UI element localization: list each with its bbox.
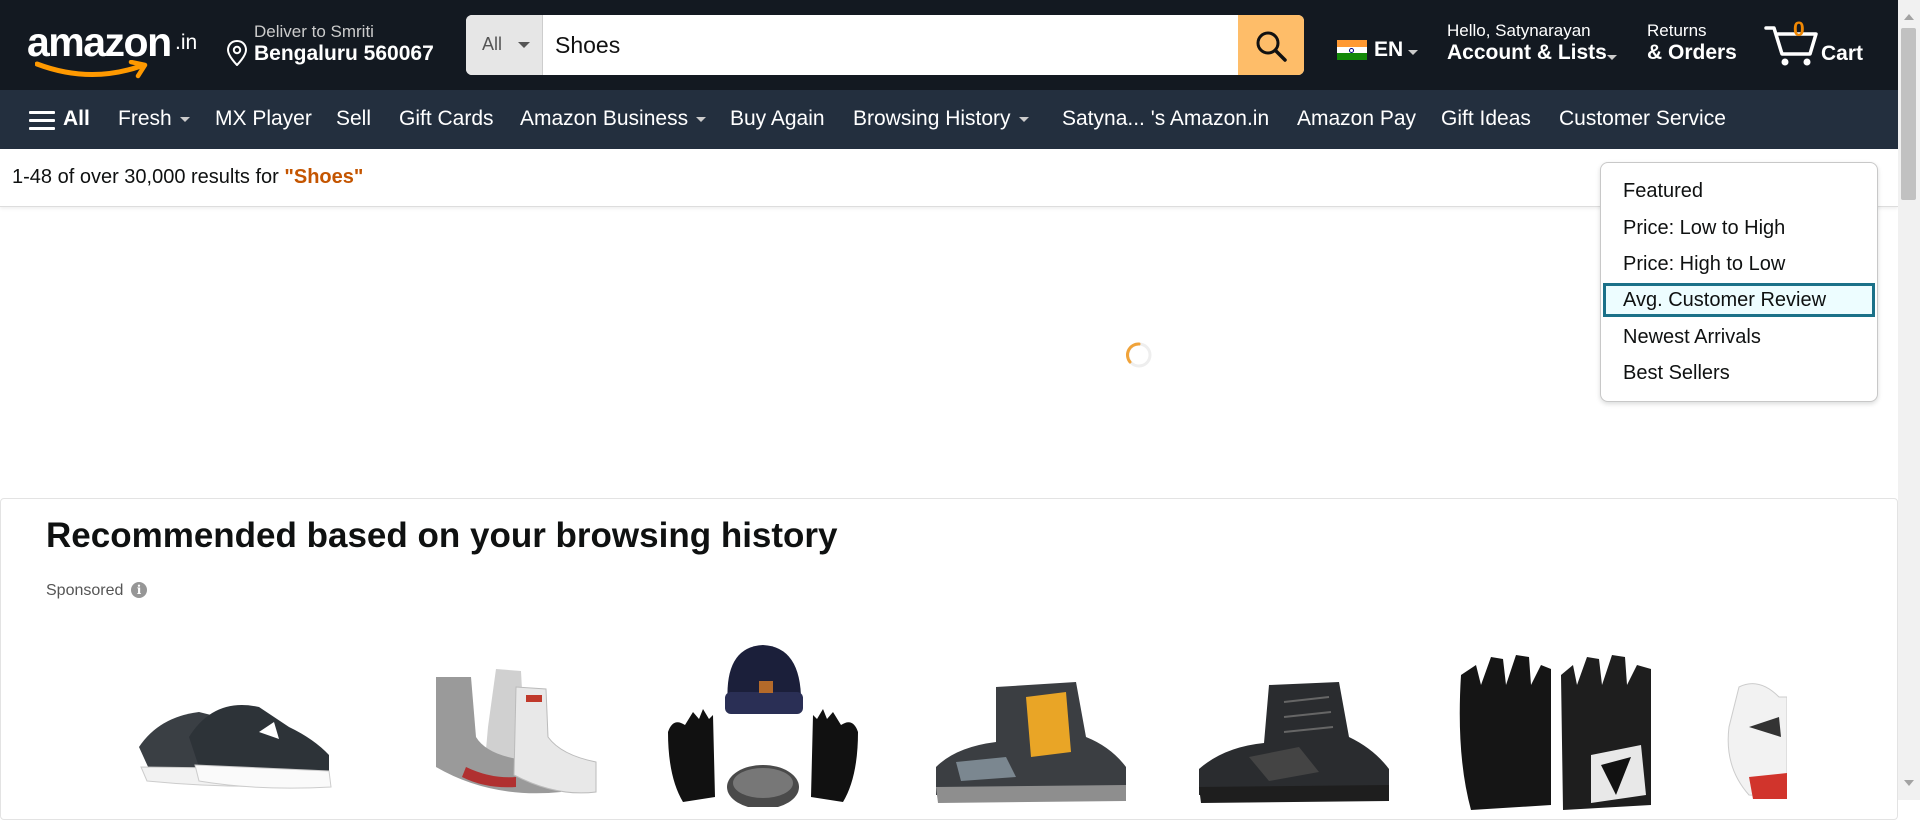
nav-item-customer-service[interactable]: Customer Service bbox=[1559, 107, 1726, 131]
search-input[interactable] bbox=[555, 15, 1195, 75]
nav-item-mx-player[interactable]: MX Player bbox=[215, 107, 312, 131]
search-category-dropdown[interactable]: All bbox=[466, 15, 543, 75]
account-greeting: Hello, Satynarayan bbox=[1447, 21, 1591, 40]
search-icon bbox=[1256, 31, 1287, 62]
nav-item-label: Customer Service bbox=[1559, 107, 1726, 130]
top-header: amazon .in Deliver to Smriti Bengaluru 5… bbox=[0, 0, 1898, 90]
location-pin-icon bbox=[226, 40, 248, 66]
returns-and-orders[interactable]: Returns & Orders bbox=[1647, 21, 1737, 65]
recommendations-section: Recommended based on your browsing histo… bbox=[0, 498, 1898, 820]
info-icon[interactable]: i bbox=[131, 582, 147, 598]
nav-item-label: Fresh bbox=[118, 107, 172, 130]
all-menu-label: All bbox=[63, 107, 90, 130]
results-prefix: 1-48 of over 30,000 results for bbox=[12, 166, 285, 188]
search-button[interactable] bbox=[1238, 15, 1304, 75]
nav-item-label: Browsing History bbox=[853, 107, 1011, 130]
product-image-gym-gloves[interactable] bbox=[1451, 645, 1661, 815]
sponsored-label: Sponsored bbox=[46, 582, 124, 599]
product-image-sports-shoe-partial[interactable] bbox=[1719, 677, 1787, 807]
nav-item-label: Gift Cards bbox=[399, 107, 494, 130]
smile-arrow-icon bbox=[35, 60, 148, 79]
india-flag-icon bbox=[1337, 40, 1367, 60]
scrollbar-thumb[interactable] bbox=[1901, 28, 1916, 200]
amazon-logo[interactable]: amazon .in bbox=[27, 20, 199, 80]
nav-item-browsing-history[interactable]: Browsing History bbox=[853, 107, 1029, 131]
nav-item-gift-ideas[interactable]: Gift Ideas bbox=[1441, 107, 1531, 131]
sort-option-avg-customer-review[interactable]: Avg. Customer Review bbox=[1603, 283, 1875, 317]
results-count: 1-48 of over 30,000 results for "Shoes" bbox=[12, 166, 363, 189]
search-bar: All bbox=[466, 15, 1304, 75]
logo-tld: .in bbox=[175, 31, 198, 54]
language-code: EN bbox=[1374, 38, 1404, 61]
returns-label: Returns bbox=[1647, 21, 1707, 40]
recommendations-title: Recommended based on your browsing histo… bbox=[46, 516, 838, 555]
account-label: Account & Lists bbox=[1447, 41, 1607, 64]
main-nav: All Fresh MX Player Sell Gift Cards Amaz… bbox=[0, 90, 1898, 149]
scroll-down-icon[interactable] bbox=[1904, 780, 1914, 786]
nav-item-sell[interactable]: Sell bbox=[336, 107, 371, 131]
cart-label: Cart bbox=[1821, 42, 1864, 65]
nav-item-label: Sell bbox=[336, 107, 372, 130]
chevron-down-icon bbox=[179, 116, 190, 122]
cart-icon bbox=[1764, 26, 1818, 66]
nav-item-label: Amazon Business bbox=[520, 107, 689, 130]
account-and-lists[interactable]: Hello, Satynarayan Account & Lists bbox=[1447, 21, 1617, 71]
sort-option-newest-arrivals[interactable]: Newest Arrivals bbox=[1603, 320, 1875, 354]
nav-item-label: Gift Ideas bbox=[1441, 107, 1531, 130]
page-scrollbar[interactable] bbox=[1898, 0, 1920, 800]
sort-option-featured[interactable]: Featured bbox=[1603, 174, 1875, 208]
nav-item-label: Amazon Pay bbox=[1297, 107, 1417, 130]
cart-button[interactable]: 0 Cart bbox=[1764, 18, 1874, 72]
product-image-hiking-boot-yellow[interactable] bbox=[926, 677, 1136, 807]
chevron-down-icon bbox=[696, 116, 707, 122]
sort-option-price-high-low[interactable]: Price: High to Low bbox=[1603, 247, 1875, 281]
chevron-down-icon bbox=[1607, 55, 1617, 60]
chevron-down-icon bbox=[518, 42, 530, 48]
deliver-location[interactable]: Deliver to Smriti Bengaluru 560067 bbox=[226, 18, 446, 72]
nav-item-label: Satyna... 's Amazon.in bbox=[1062, 107, 1270, 130]
deliver-address: Bengaluru 560067 bbox=[254, 42, 434, 65]
nav-item-amazon-pay[interactable]: Amazon Pay bbox=[1297, 107, 1416, 131]
nav-item-fresh[interactable]: Fresh bbox=[118, 107, 190, 131]
sort-option-price-low-high[interactable]: Price: Low to High bbox=[1603, 211, 1875, 245]
nav-item-buy-again[interactable]: Buy Again bbox=[730, 107, 825, 131]
chevron-down-icon bbox=[1408, 50, 1418, 55]
deliver-to-label: Deliver to Smriti bbox=[254, 22, 374, 41]
nav-item-label: Buy Again bbox=[730, 107, 825, 130]
hamburger-icon bbox=[29, 111, 55, 131]
scroll-up-icon[interactable] bbox=[1904, 14, 1914, 20]
search-category-label: All bbox=[482, 34, 503, 54]
nav-item-gift-cards[interactable]: Gift Cards bbox=[399, 107, 494, 131]
product-image-ankle-socks[interactable] bbox=[396, 667, 606, 801]
sort-by-dropdown-menu: Featured Price: Low to High Price: High … bbox=[1600, 162, 1878, 402]
nav-item-label: MX Player bbox=[215, 107, 312, 130]
product-image-running-shoes[interactable] bbox=[129, 677, 339, 797]
product-image-winter-cap-gloves[interactable] bbox=[663, 637, 863, 807]
chevron-down-icon bbox=[1018, 116, 1029, 122]
loading-spinner-icon bbox=[1125, 342, 1152, 368]
cart-count: 0 bbox=[1793, 18, 1805, 41]
logo-wordmark: amazon bbox=[27, 19, 172, 65]
nav-item-amazon-business[interactable]: Amazon Business bbox=[520, 107, 707, 131]
nav-item-your-amazon[interactable]: Satyna... 's Amazon.in bbox=[1062, 107, 1269, 131]
product-image-hiking-boot-black[interactable] bbox=[1189, 677, 1399, 807]
sort-option-best-sellers[interactable]: Best Sellers bbox=[1603, 356, 1875, 390]
results-query: "Shoes" bbox=[284, 166, 364, 188]
orders-label: & Orders bbox=[1647, 41, 1737, 64]
